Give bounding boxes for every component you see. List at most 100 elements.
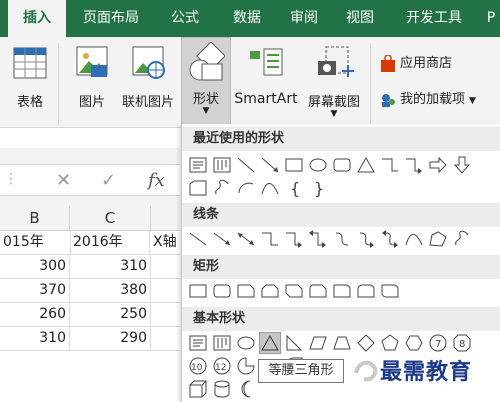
vertical-textbox-shape-icon[interactable] — [212, 333, 232, 353]
online-picture-label: 联机图片 — [121, 95, 174, 110]
scribble-shape-icon[interactable] — [452, 229, 472, 249]
elbow-arrow-connector-shape-icon[interactable] — [404, 155, 424, 175]
pentagon-shape-icon[interactable] — [380, 333, 400, 353]
smartart-button[interactable]: SmartArt — [234, 43, 298, 117]
svg-text:8: 8 — [459, 339, 465, 350]
tab-developer[interactable]: 开发工具 — [392, 0, 476, 37]
tab-insert[interactable]: 插入 — [8, 0, 66, 37]
snip-diagonal-rectangle-icon[interactable] — [284, 281, 304, 301]
diamond-shape-icon[interactable] — [356, 333, 376, 353]
oval-shape-icon[interactable] — [236, 333, 256, 353]
moon-shape-icon[interactable] — [236, 379, 256, 399]
line-shape-icon[interactable] — [188, 229, 208, 249]
snip-round-rectangle-icon[interactable] — [308, 281, 328, 301]
screenshot-button[interactable]: 屏幕截图 ▼ — [302, 43, 366, 123]
hexagon-shape-icon[interactable] — [404, 333, 424, 353]
curve-shape-icon[interactable] — [260, 178, 280, 198]
elbow-connector-shape-icon[interactable] — [380, 155, 400, 175]
textbox-shape-icon[interactable] — [188, 333, 208, 353]
left-brace-shape-icon[interactable]: { — [284, 178, 304, 198]
curved-connector-shape-icon[interactable] — [332, 229, 352, 249]
my-addins-button[interactable]: 我的加载项 ▼ — [380, 89, 476, 111]
elbow-arrow-connector-shape-icon[interactable] — [284, 229, 304, 249]
round-same-side-rectangle-icon[interactable] — [356, 281, 376, 301]
enter-icon[interactable]: ✓ — [101, 170, 116, 191]
tab-review[interactable]: 审阅 — [280, 0, 328, 37]
cancel-icon[interactable]: ✕ — [56, 170, 71, 191]
pie-shape-icon[interactable] — [236, 356, 256, 376]
snip-same-side-rectangle-icon[interactable] — [260, 281, 280, 301]
right-brace-shape-icon[interactable]: } — [308, 178, 328, 198]
rectangle-shape-icon[interactable] — [284, 155, 304, 175]
rounded-rectangle-shape-icon[interactable] — [212, 281, 232, 301]
picture-label: 图片 — [78, 95, 105, 110]
shapes-button[interactable]: 形状 ▼ — [181, 37, 231, 127]
round-diagonal-rectangle-icon[interactable] — [380, 281, 400, 301]
insert-function-icon[interactable]: fx — [148, 170, 165, 191]
curved-arrow-connector-shape-icon[interactable] — [356, 229, 376, 249]
column-headers: B C — [0, 206, 180, 231]
picture-button[interactable]: 图片 — [70, 43, 114, 117]
column-header-b[interactable]: B — [0, 206, 70, 230]
arrow-line-shape-icon[interactable] — [212, 229, 232, 249]
svg-text:{: { — [290, 179, 300, 198]
app-store-button[interactable]: 应用商店 — [380, 53, 452, 75]
elbow-connector-shape-icon[interactable] — [260, 229, 280, 249]
round-single-corner-rectangle-icon[interactable] — [332, 281, 352, 301]
dodecagon-shape-icon[interactable]: 12 — [212, 356, 232, 376]
cell[interactable]: 310 — [0, 327, 70, 350]
oval-shape-icon[interactable] — [308, 155, 328, 175]
freeform-polygon-shape-icon[interactable] — [428, 229, 448, 249]
triangle-shape-icon[interactable] — [356, 155, 376, 175]
cell[interactable]: 370 — [0, 279, 70, 302]
trapezoid-shape-icon[interactable] — [332, 333, 352, 353]
textbox-shape-icon[interactable] — [188, 155, 208, 175]
addins-icon — [382, 93, 395, 107]
down-arrow-shape-icon[interactable] — [452, 155, 472, 175]
arrow-line-shape-icon[interactable] — [260, 155, 280, 175]
rectangle-shape-icon[interactable] — [188, 281, 208, 301]
table-button[interactable]: 表格 — [8, 43, 52, 117]
cell[interactable]: 260 — [0, 303, 70, 326]
cell[interactable]: 380 — [70, 279, 151, 302]
snip-single-corner-rectangle-icon[interactable] — [236, 281, 256, 301]
cell[interactable]: 300 — [0, 255, 70, 278]
right-arrow-shape-icon[interactable] — [428, 155, 448, 175]
tab-view[interactable]: 视图 — [336, 0, 384, 37]
freeform-shape-icon[interactable] — [212, 178, 232, 198]
can-shape-icon[interactable] — [212, 379, 232, 399]
right-triangle-shape-icon[interactable] — [284, 333, 304, 353]
vertical-textbox-shape-icon[interactable] — [212, 155, 232, 175]
table-row: 310 290 — [0, 327, 180, 351]
table-icon — [13, 47, 47, 79]
basic-shapes-header: 基本形状 — [182, 307, 500, 331]
isosceles-triangle-shape-icon[interactable] — [259, 332, 281, 354]
curved-double-arrow-shape-icon[interactable] — [380, 229, 400, 249]
tab-more[interactable]: P — [482, 0, 500, 37]
parallelogram-shape-icon[interactable] — [308, 333, 328, 353]
tab-formulas[interactable]: 公式 — [158, 0, 212, 37]
arc-shape-icon[interactable] — [236, 178, 256, 198]
double-arrow-line-shape-icon[interactable] — [236, 229, 256, 249]
screenshot-label: 屏幕截图 — [307, 95, 360, 110]
cube-shape-icon[interactable] — [188, 379, 208, 399]
decagon-shape-icon[interactable]: 10 — [188, 356, 208, 376]
more-icon[interactable]: ⋮ — [4, 171, 18, 187]
cell[interactable]: 250 — [70, 303, 151, 326]
cell[interactable]: X轴 — [151, 231, 180, 254]
heptagon-shape-icon[interactable]: 7 — [428, 333, 448, 353]
snip-rectangle-shape-icon[interactable] — [188, 178, 208, 198]
cell[interactable]: 2016年 — [70, 231, 150, 254]
tab-data[interactable]: 数据 — [220, 0, 274, 37]
octagon-shape-icon[interactable]: 8 — [452, 333, 472, 353]
column-header-c[interactable]: C — [70, 206, 151, 230]
elbow-double-arrow-shape-icon[interactable] — [308, 229, 328, 249]
tab-page-layout[interactable]: 页面布局 — [72, 0, 150, 37]
cell[interactable]: 290 — [70, 327, 151, 350]
line-shape-icon[interactable] — [236, 155, 256, 175]
cell[interactable]: 015年 — [3, 231, 71, 254]
cell[interactable]: 310 — [70, 255, 151, 278]
curve-shape-icon[interactable] — [404, 229, 424, 249]
online-picture-button[interactable]: 联机图片 — [118, 43, 178, 117]
rounded-rectangle-shape-icon[interactable] — [332, 155, 352, 175]
